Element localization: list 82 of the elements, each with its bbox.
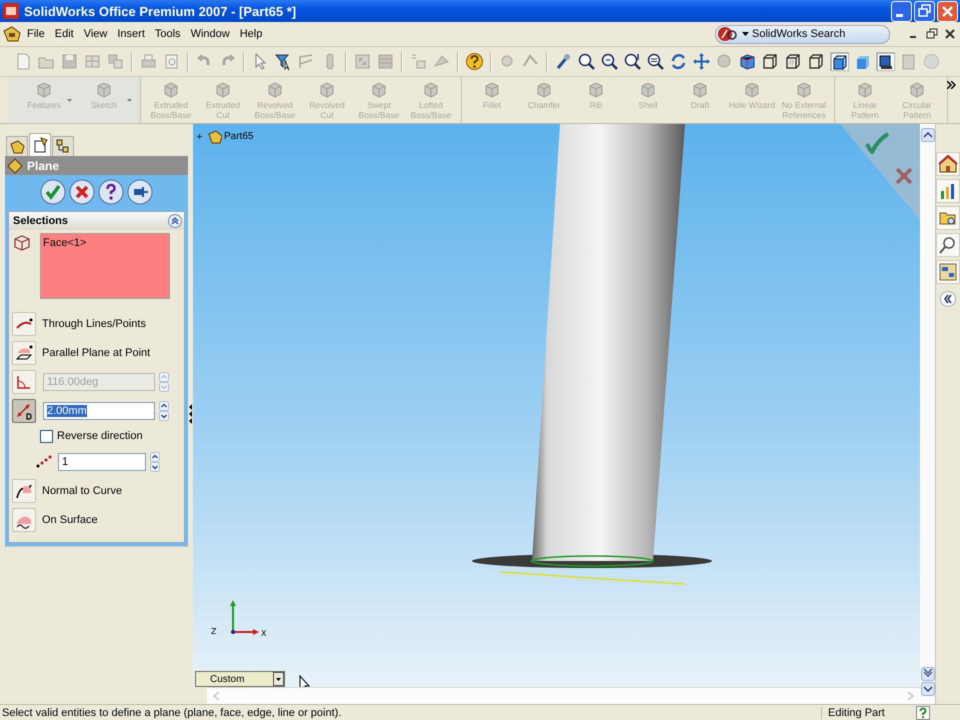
close-button[interactable] xyxy=(944,28,956,40)
status-message: Select valid entities to define a plane (plane, face, edge, line or point). xyxy=(1,706,342,718)
view-dropdown[interactable]: Custom xyxy=(195,671,285,687)
ok-button[interactable] xyxy=(40,179,66,205)
pin-button[interactable] xyxy=(127,179,153,205)
splitter-arrows-icon[interactable] xyxy=(188,403,192,425)
option-button[interactable] xyxy=(12,508,36,532)
help-icon[interactable] xyxy=(916,706,930,720)
menu-item[interactable]: File xyxy=(22,28,50,40)
restore-button[interactable] xyxy=(914,0,935,22)
option-label: Normal to Curve xyxy=(42,484,122,496)
panel-tab[interactable] xyxy=(6,136,28,156)
shaded-edges-icon[interactable] xyxy=(830,52,849,71)
zoom-selection-icon[interactable] xyxy=(623,52,642,71)
app-logo-icon[interactable] xyxy=(2,25,22,43)
zoom-area-icon[interactable] xyxy=(577,52,596,71)
help-button[interactable] xyxy=(98,179,124,205)
spinner-icon[interactable] xyxy=(159,400,169,420)
minimize-button[interactable] xyxy=(891,0,912,22)
spinner-icon[interactable] xyxy=(150,452,160,472)
menu-item[interactable]: Edit xyxy=(50,28,79,40)
panel-tab[interactable] xyxy=(29,133,51,156)
view-orientation-icon[interactable] xyxy=(738,52,757,71)
caret-icon xyxy=(127,99,132,102)
option-button[interactable] xyxy=(12,340,36,364)
task-pane-tab[interactable] xyxy=(936,206,960,230)
value-field[interactable]: 2.00mm xyxy=(43,402,155,420)
zoom-in-out-icon[interactable] xyxy=(600,52,619,71)
selection-list[interactable]: Face<1> xyxy=(40,233,170,299)
option-button[interactable] xyxy=(12,478,36,502)
expand-pane-icon[interactable] xyxy=(940,291,956,307)
option-label: Parallel Plane at Point xyxy=(42,346,150,358)
axis-label: X xyxy=(261,629,266,638)
scroll-up-icon[interactable] xyxy=(920,128,934,142)
menu-item[interactable]: Help xyxy=(234,28,268,40)
search-input[interactable]: SolidWorks Search xyxy=(752,28,872,40)
rotate-icon[interactable] xyxy=(669,52,688,71)
scroll-down-icon[interactable] xyxy=(920,667,934,681)
cancel-button[interactable] xyxy=(69,179,95,205)
zoom-to-fit-icon[interactable] xyxy=(554,52,573,71)
restore-button[interactable] xyxy=(926,28,938,40)
palette-icon xyxy=(938,262,958,282)
checkbox-label: Reverse direction xyxy=(57,430,143,442)
option-label: On Surface xyxy=(42,514,98,526)
group-title: Selections xyxy=(13,215,68,227)
panel-title: Plane xyxy=(27,158,60,172)
part-icon xyxy=(206,128,222,144)
more-icon[interactable] xyxy=(947,81,956,89)
scroll-down-icon[interactable] xyxy=(920,682,934,696)
caret-icon xyxy=(67,99,72,102)
menu-item[interactable]: Window xyxy=(186,28,235,40)
list-item[interactable]: Face<1> xyxy=(41,234,169,252)
help-icon[interactable] xyxy=(465,52,484,71)
vertical-scrollbar[interactable] xyxy=(920,124,935,704)
option-label: Through Lines/Points xyxy=(42,318,146,330)
cube-icon xyxy=(12,233,32,253)
search-icon xyxy=(717,26,739,42)
status-mode: Editing Part xyxy=(821,706,908,718)
tree-item[interactable]: Part65 xyxy=(224,130,254,142)
app-icon xyxy=(3,3,19,19)
panel-tab[interactable] xyxy=(52,136,74,156)
task-pane-tab[interactable] xyxy=(936,179,960,203)
caret-icon xyxy=(742,32,749,36)
menu-item[interactable]: View xyxy=(78,28,112,40)
collapse-icon[interactable] xyxy=(168,214,182,228)
task-pane-tab[interactable] xyxy=(936,233,960,257)
shadow-icon[interactable] xyxy=(876,52,895,71)
value-field[interactable]: 1 xyxy=(58,452,146,470)
option-button[interactable] xyxy=(12,398,36,422)
plane-icon xyxy=(14,342,34,362)
task-pane-tab[interactable] xyxy=(936,260,960,284)
zoom-out-icon[interactable] xyxy=(646,52,665,71)
window-title: SolidWorks Office Premium 2007 - [Part65 *] xyxy=(24,4,298,18)
search-field[interactable]: SolidWorks Search xyxy=(715,24,890,44)
menu-item[interactable]: Tools xyxy=(150,28,186,40)
menu-item[interactable]: Insert xyxy=(112,28,150,40)
expand-icon[interactable] xyxy=(197,134,202,138)
task-pane-tab[interactable] xyxy=(936,152,960,176)
checkbox[interactable] xyxy=(40,430,53,442)
axis-label: Z xyxy=(211,627,216,636)
pan-icon[interactable] xyxy=(692,52,711,71)
home-icon xyxy=(938,154,958,174)
